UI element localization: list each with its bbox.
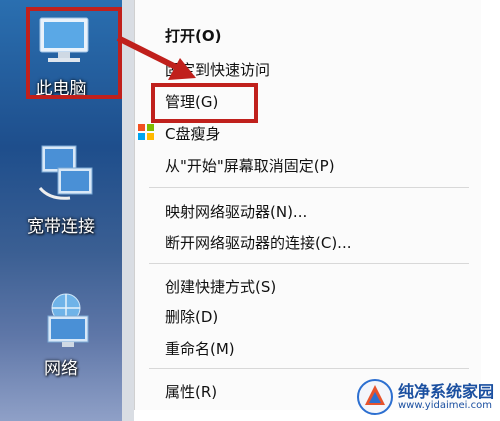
menu-item-create-shortcut[interactable]: 创建快捷方式(S): [135, 273, 481, 299]
menu-item-delete[interactable]: 删除(D): [135, 303, 481, 329]
network-globe-icon: [47, 293, 89, 347]
desktop-icon-network[interactable]: 网络: [0, 288, 122, 388]
watermark-title: 纯净系统家园: [398, 382, 495, 401]
menu-item-label: 固定到快速访问: [165, 61, 271, 79]
menu-item-label: 删除(D): [165, 308, 219, 326]
menu-item-label: 从"开始"屏幕取消固定(P): [165, 157, 335, 175]
watermark: 纯净系统家园 www.yidaimei.com: [356, 376, 496, 418]
menu-item-label: C盘瘦身: [165, 125, 221, 143]
menu-item-rename[interactable]: 重命名(M): [135, 335, 481, 361]
highlight-box-this-pc: [26, 7, 122, 99]
menu-item-label: 属性(R): [165, 383, 218, 401]
menu-item-label: 打开(O): [165, 27, 222, 45]
desktop-icon-broadband[interactable]: 宽带连接: [0, 138, 122, 238]
menu-item-open[interactable]: 打开(O): [135, 22, 481, 48]
desktop-edge: [122, 0, 134, 421]
logo-icon: [357, 379, 393, 415]
menu-separator: [149, 263, 469, 264]
menu-item-disconnect-drive[interactable]: 断开网络驱动器的连接(C)...: [135, 229, 481, 255]
menu-separator: [149, 368, 469, 369]
desktop-area: 此电脑 宽带连接 网络: [0, 0, 122, 421]
menu-item-label: 创建快捷方式(S): [165, 278, 277, 296]
menu-item-unpin-start[interactable]: 从"开始"屏幕取消固定(P): [135, 152, 481, 178]
menu-item-label: 断开网络驱动器的连接(C)...: [165, 234, 352, 252]
menu-separator: [149, 187, 469, 188]
network-connection-icon: [38, 145, 93, 200]
desktop-icon-label: 网络: [44, 359, 78, 379]
menu-item-label: 映射网络驱动器(N)...: [165, 203, 308, 221]
menu-item-pin-quick-access[interactable]: 固定到快速访问: [135, 56, 481, 82]
highlight-box-manage: [151, 83, 258, 123]
menu-item-c-drive-slim[interactable]: C盘瘦身: [135, 120, 481, 146]
windows-flag-icon: [138, 124, 154, 140]
desktop-icon-label: 宽带连接: [27, 217, 95, 237]
watermark-url: www.yidaimei.com: [398, 400, 492, 411]
menu-item-label: 重命名(M): [165, 340, 235, 358]
menu-item-map-drive[interactable]: 映射网络驱动器(N)...: [135, 198, 481, 224]
context-menu: 打开(O) 固定到快速访问 管理(G) C盘瘦身 从"开始"屏幕取消固定(P) …: [134, 0, 481, 410]
